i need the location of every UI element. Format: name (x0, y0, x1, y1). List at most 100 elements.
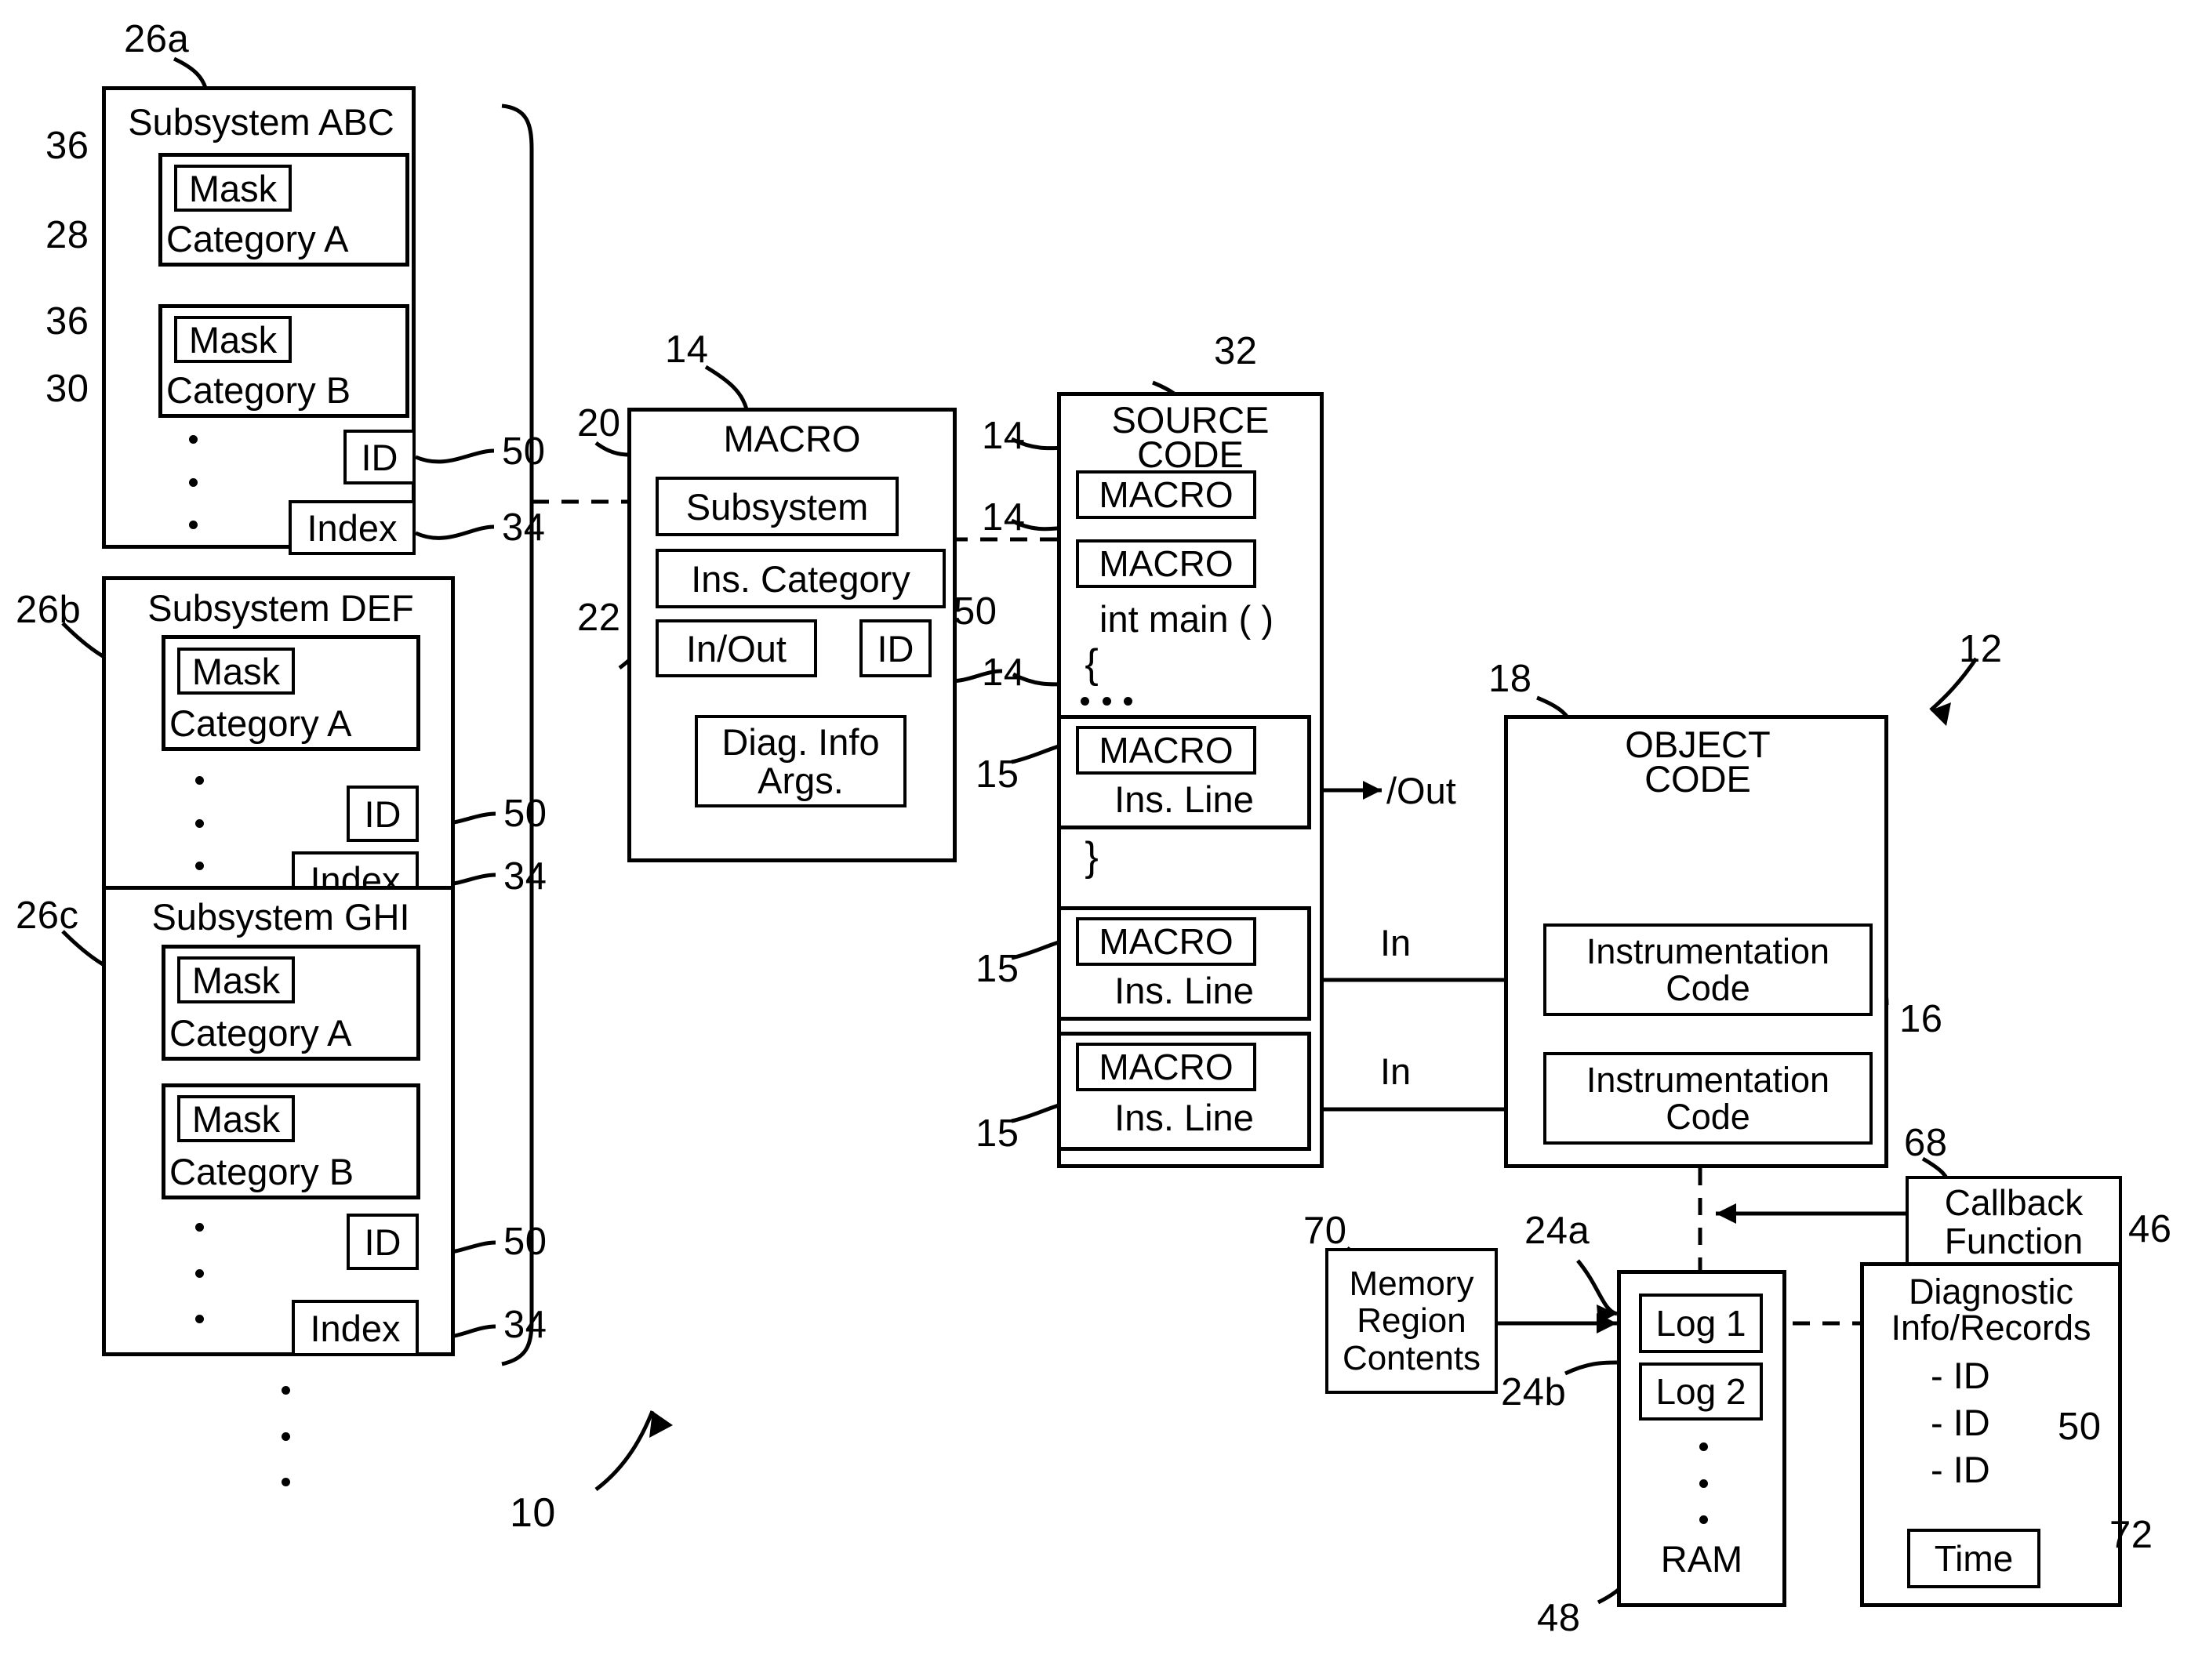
macro-id-label: ID (877, 627, 914, 669)
macro-args-line1: Diag. Info (721, 720, 880, 763)
ref-68: 68 (1904, 1122, 1948, 1164)
source-inline-ellipsis (1081, 696, 1132, 706)
ref-15-3: 15 (976, 1112, 1019, 1155)
source-macro-label-box-3[interactable]: MACRO (1076, 1043, 1256, 1091)
mask-label: Mask (191, 1098, 281, 1140)
arrow-label-out: /Out (1386, 770, 1456, 812)
instrumentation-code-2[interactable]: Instrumentation Code (1543, 1052, 1873, 1145)
ref-70: 70 (1303, 1210, 1347, 1252)
ref-15-2: 15 (976, 948, 1019, 990)
macro-subsystem-label: Subsystem (685, 485, 869, 528)
macro-label: MACRO (1099, 1047, 1234, 1087)
ref-24a: 24a (1524, 1210, 1590, 1252)
mask-label: Mask (191, 650, 281, 692)
source-ins-line-2: Ins. Line (1114, 970, 1254, 1012)
macro-inout-field[interactable]: In/Out (656, 619, 817, 677)
mask-label: Mask (188, 167, 278, 209)
subsystem-abc-cat-a-label: Category A (166, 218, 349, 260)
source-brace-close: } (1085, 834, 1099, 880)
ref-14-src3: 14 (982, 651, 1026, 694)
source-macro-label-box-2[interactable]: MACRO (1076, 917, 1256, 966)
subsystem-ghi-mask-b[interactable]: Mask (177, 1095, 295, 1142)
callback-function-box[interactable]: Callback Function (1906, 1176, 2122, 1268)
instr-line1: Instrumentation (1586, 931, 1830, 971)
ref-18: 18 (1488, 658, 1532, 700)
ref-46: 46 (2128, 1208, 2172, 1250)
subsystem-def-ellipsis (194, 776, 204, 870)
instr-line2: Code (1666, 1097, 1750, 1137)
ref-22: 22 (577, 597, 621, 639)
subsystem-ghi-cat-a-label: Category A (169, 1012, 352, 1054)
callback-line1: Callback (1944, 1182, 2084, 1224)
subsystem-ghi-title: Subsystem GHI (151, 896, 410, 938)
log-label: Log 1 (1655, 1303, 1746, 1344)
ram-ellipsis (1699, 1442, 1708, 1524)
subsystem-abc-mask-a[interactable]: Mask (174, 165, 292, 212)
subsystem-ghi-index[interactable]: Index (292, 1300, 419, 1356)
ref-48: 48 (1537, 1597, 1581, 1639)
ref-34-a: 34 (502, 506, 546, 549)
subsystem-ghi-id[interactable]: ID (347, 1214, 419, 1270)
log-label: Log 2 (1655, 1371, 1746, 1412)
diagnostics-id-row-2: - ID (1931, 1402, 1990, 1444)
ref-28: 28 (45, 214, 89, 256)
subsystem-ghi-mask-a[interactable]: Mask (177, 956, 295, 1003)
mask-label: Mask (188, 318, 278, 361)
macro-label: MACRO (1099, 474, 1234, 515)
memory-region-contents-box[interactable]: Memory Region Contents (1325, 1248, 1498, 1394)
subsystem-abc-id[interactable]: ID (343, 430, 416, 484)
ref-20: 20 (577, 402, 621, 444)
ref-50-b: 50 (503, 793, 547, 835)
macro-category-label: Ins. Category (691, 557, 910, 600)
macro-subsystem-field[interactable]: Subsystem (656, 477, 899, 536)
source-brace-open: { (1085, 641, 1099, 688)
macro-label: MACRO (1099, 921, 1234, 962)
ref-12: 12 (1959, 628, 2003, 670)
macro-label: MACRO (1099, 730, 1234, 771)
ref-26a: 26a (124, 18, 190, 60)
subsystem-abc-cat-b-label: Category B (166, 369, 351, 412)
ref-14-macro: 14 (665, 328, 709, 371)
macro-args-line2: Args. (758, 760, 844, 801)
source-main-line: int main ( ) (1099, 598, 1274, 640)
source-macro-1[interactable]: MACRO (1076, 470, 1256, 519)
macro-id-field[interactable]: ID (859, 619, 932, 677)
ref-50-a: 50 (502, 430, 546, 473)
ref-36-b: 36 (45, 300, 89, 343)
ref-50-diagnostics: 50 (2058, 1406, 2102, 1448)
subsystem-ghi-cat-b-label: Category B (169, 1151, 354, 1193)
subsystem-def-cat-a-label: Category A (169, 702, 352, 745)
instr-line1: Instrumentation (1586, 1059, 1830, 1100)
source-macro-label-box-1[interactable]: MACRO (1076, 726, 1256, 775)
index-label: Index (307, 506, 398, 549)
patent-figure: 26a 36 28 36 30 Subsystem ABC Mask Categ… (0, 0, 2191, 1680)
instrumentation-code-1[interactable]: Instrumentation Code (1543, 923, 1873, 1016)
subsystem-ghi-ellipsis (194, 1223, 204, 1323)
arrow-label-in-1: In (1380, 922, 1412, 964)
arrow-label-in-2: In (1380, 1050, 1412, 1093)
macro-category-field[interactable]: Ins. Category (656, 549, 946, 608)
ref-72: 72 (2109, 1514, 2153, 1556)
ref-36-a: 36 (45, 125, 89, 167)
subsystem-abc-title: Subsystem ABC (128, 101, 394, 143)
ref-34-c: 34 (503, 1304, 547, 1346)
subsystem-def-mask-a[interactable]: Mask (177, 648, 295, 695)
subsystem-def-id[interactable]: ID (347, 786, 419, 842)
object-code-title-2: CODE (1644, 758, 1751, 800)
memory-line3: Contents (1342, 1338, 1481, 1377)
time-label: Time (1934, 1538, 2014, 1579)
ref-32: 32 (1214, 330, 1258, 372)
ram-title: RAM (1660, 1538, 1743, 1580)
source-macro-2[interactable]: MACRO (1076, 539, 1256, 588)
subsystem-abc-mask-b[interactable]: Mask (174, 316, 292, 363)
ram-log-1[interactable]: Log 1 (1639, 1294, 1763, 1353)
macro-args-field[interactable]: Diag. Info Args. (695, 715, 907, 807)
diagnostics-time-box[interactable]: Time (1907, 1529, 2040, 1588)
memory-line2: Region (1357, 1301, 1466, 1341)
ram-log-2[interactable]: Log 2 (1639, 1363, 1763, 1421)
diagnostics-id-row-3: - ID (1931, 1449, 1990, 1491)
subsystems-ellipsis (281, 1386, 290, 1486)
ref-50-c: 50 (503, 1221, 547, 1263)
source-code-title-2: CODE (1137, 434, 1244, 475)
subsystem-abc-index[interactable]: Index (289, 500, 416, 555)
